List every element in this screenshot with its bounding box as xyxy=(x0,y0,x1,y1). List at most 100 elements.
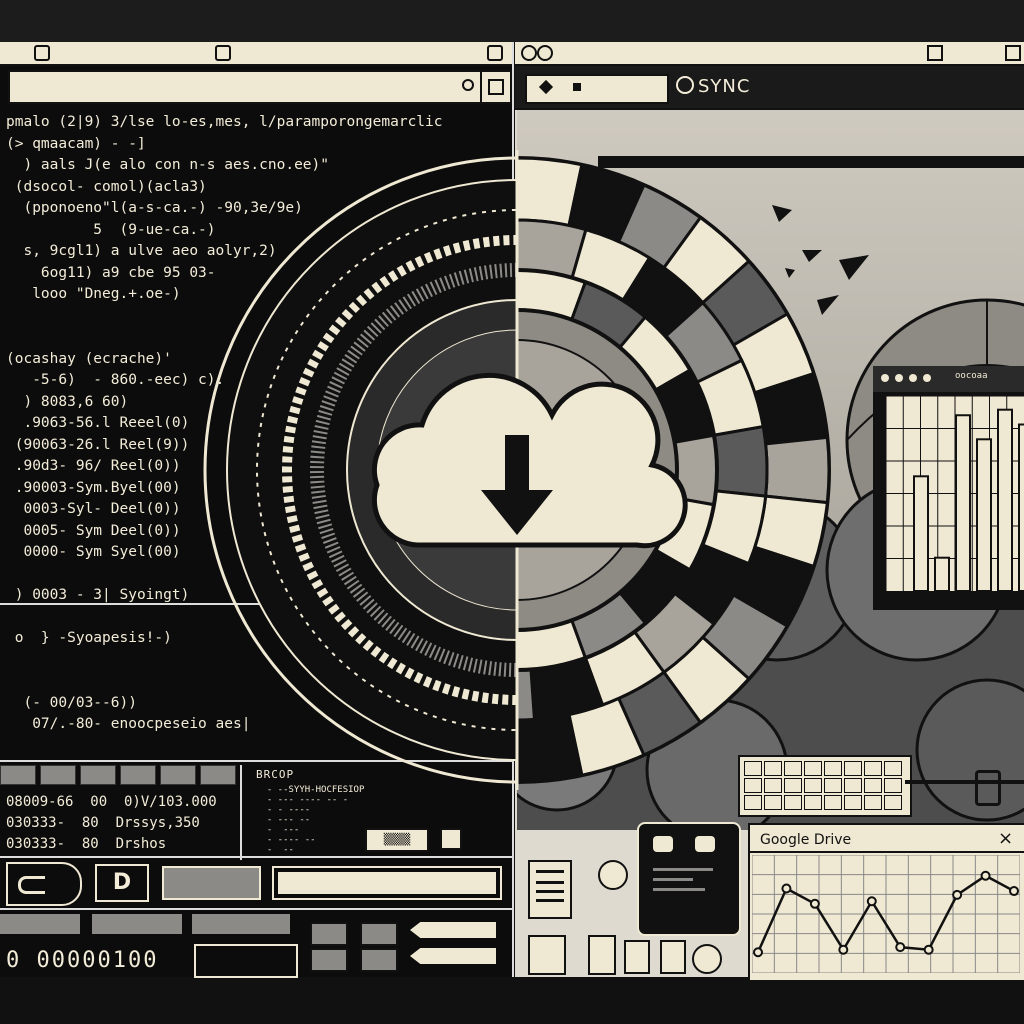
side-list-item: - --- xyxy=(256,825,300,835)
grid-cell[interactable] xyxy=(864,761,882,776)
grid-cell[interactable] xyxy=(824,778,842,793)
side-panel-button[interactable]: ▒▒▒▒ xyxy=(365,828,429,852)
bar xyxy=(997,408,1013,591)
counter-field[interactable] xyxy=(194,944,298,978)
pie-icon[interactable] xyxy=(598,860,628,890)
grid-cell[interactable] xyxy=(784,778,802,793)
d-icon[interactable]: D xyxy=(95,864,149,902)
window-control[interactable] xyxy=(521,45,537,61)
mini-button[interactable] xyxy=(360,922,398,946)
side-panel-toggle[interactable] xyxy=(440,828,462,850)
grid-cell[interactable] xyxy=(804,778,822,793)
grid-cell[interactable] xyxy=(764,795,782,810)
diamond-icon xyxy=(538,79,554,95)
line-point xyxy=(895,942,906,953)
dial-segment xyxy=(712,424,769,498)
slider-track[interactable] xyxy=(905,780,1024,784)
grid-cell[interactable] xyxy=(824,795,842,810)
chat-line xyxy=(653,888,705,891)
line-point xyxy=(1009,886,1019,897)
window-control[interactable] xyxy=(895,374,903,382)
google-drive-title: Google Drive xyxy=(760,832,852,848)
tile-button[interactable] xyxy=(624,940,650,974)
grid-cell[interactable] xyxy=(744,778,762,793)
pencil-icon[interactable] xyxy=(410,948,496,964)
grid-cell[interactable] xyxy=(804,795,822,810)
grid-cell[interactable] xyxy=(784,761,802,776)
log-line: 08009-66 00 0)V/103.000 xyxy=(6,794,217,810)
bar xyxy=(976,438,992,591)
grid-cell[interactable] xyxy=(844,778,862,793)
tile-button[interactable] xyxy=(660,940,686,974)
grid-cell[interactable] xyxy=(864,778,882,793)
side-panel-list: - --SYYH-HOCFESIOP - --- ---- -- - - - -… xyxy=(256,785,365,855)
grid-cell[interactable] xyxy=(884,761,902,776)
toolbar-segment[interactable] xyxy=(92,914,182,934)
grid-cell[interactable] xyxy=(804,761,822,776)
tile-button[interactable] xyxy=(588,935,616,975)
line-point xyxy=(952,889,963,900)
window-control[interactable] xyxy=(923,374,931,382)
chat-window[interactable] xyxy=(637,822,741,936)
line-point xyxy=(923,944,934,955)
sync-address-bar[interactable] xyxy=(525,74,669,104)
close-icon[interactable]: × xyxy=(998,828,1013,849)
chat-bubble-icon xyxy=(695,836,715,852)
toolbar-field[interactable] xyxy=(162,866,261,900)
tab[interactable] xyxy=(120,765,156,785)
toolbar-segment[interactable] xyxy=(0,914,80,934)
mini-button[interactable] xyxy=(310,948,348,972)
side-list-item: - ---- -- xyxy=(256,835,316,845)
terminal-log: 08009-66 00 0)V/103.000 030333- 80 Drssys… xyxy=(6,792,217,855)
divider xyxy=(0,908,512,910)
side-list-item: - --- ---- -- - xyxy=(256,795,349,805)
grid-cell[interactable] xyxy=(884,778,902,793)
grid-cell[interactable] xyxy=(744,795,762,810)
grid-cell[interactable] xyxy=(864,795,882,810)
grid-cell[interactable] xyxy=(764,778,782,793)
window-control[interactable] xyxy=(537,45,553,61)
pencil-icon[interactable] xyxy=(410,922,496,938)
sync-toggle-button[interactable] xyxy=(6,862,82,906)
grid-cell[interactable] xyxy=(784,795,802,810)
dial-segment xyxy=(517,712,584,784)
tab[interactable] xyxy=(80,765,116,785)
sync-dial xyxy=(203,150,831,790)
tab[interactable] xyxy=(0,765,36,785)
progress-fill xyxy=(278,872,496,894)
grid-cell[interactable] xyxy=(744,761,762,776)
mini-button[interactable] xyxy=(360,948,398,972)
tab[interactable] xyxy=(40,765,76,785)
window-control[interactable] xyxy=(927,45,943,61)
document-icon[interactable] xyxy=(528,860,572,919)
window-control[interactable] xyxy=(487,45,503,61)
slider-handle[interactable] xyxy=(975,770,1001,806)
sync-label: SYNC xyxy=(676,76,750,97)
grid-cell[interactable] xyxy=(844,795,862,810)
mini-button[interactable] xyxy=(310,922,348,946)
terminal-address-bar[interactable] xyxy=(8,70,482,104)
chat-line xyxy=(653,868,713,871)
window-control[interactable] xyxy=(34,45,50,61)
tab[interactable] xyxy=(160,765,196,785)
toolbar-segment[interactable] xyxy=(192,914,290,934)
grid-cell[interactable] xyxy=(824,761,842,776)
progress-field[interactable] xyxy=(272,866,502,900)
bar-chart-title: oocoaa xyxy=(955,371,988,381)
window-control[interactable] xyxy=(215,45,231,61)
window-control[interactable] xyxy=(1005,45,1021,61)
side-list-item: - - ---- xyxy=(256,805,311,815)
grid-cell[interactable] xyxy=(764,761,782,776)
terminal-titlebar xyxy=(0,42,512,66)
refresh-icon[interactable] xyxy=(692,944,722,974)
grid-cell[interactable] xyxy=(844,761,862,776)
bar xyxy=(955,414,971,591)
address-go-button[interactable] xyxy=(480,70,512,104)
side-list-item: - --- -- xyxy=(256,815,311,825)
window-control[interactable] xyxy=(909,374,917,382)
bar xyxy=(934,556,950,591)
google-drive-chart xyxy=(752,855,1020,973)
grid-cell[interactable] xyxy=(884,795,902,810)
window-control[interactable] xyxy=(881,374,889,382)
tile-button[interactable] xyxy=(528,935,566,975)
